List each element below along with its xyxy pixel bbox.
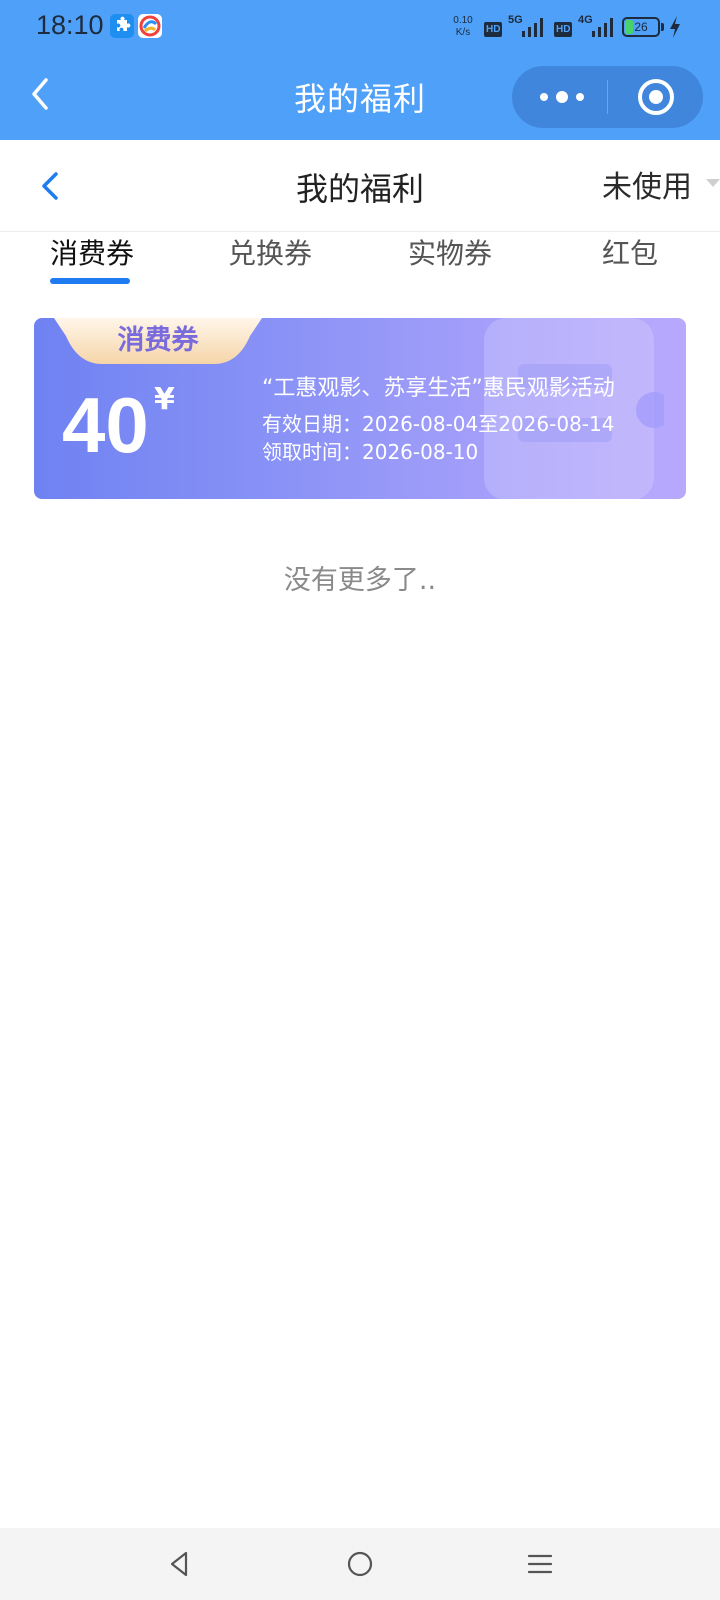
tab-physical-coupon[interactable]: 实物券 xyxy=(408,232,492,292)
status-bar: 18:10 0.10 K/s HD 5G HD 4G 26 xyxy=(0,0,720,56)
status-filter-dropdown[interactable]: 未使用 xyxy=(602,162,720,205)
charging-bolt-icon xyxy=(670,16,680,38)
battery-cap xyxy=(661,23,664,31)
coupon-amount: 40 xyxy=(62,381,149,469)
claim-time-value: 2026-08-10 xyxy=(362,440,479,464)
valid-date-range: 2026-08-04至2026-08-14 xyxy=(362,412,615,436)
battery-level: 26 xyxy=(634,20,648,34)
tab-red-packet[interactable]: 红包 xyxy=(602,232,658,292)
more-dots-icon[interactable] xyxy=(532,82,592,112)
signal-icon xyxy=(592,18,613,37)
active-tab-indicator xyxy=(50,278,130,284)
app-puzzle-icon xyxy=(110,14,134,38)
coupon-type-tabs: 消费券 兑换券 实物券 红包 xyxy=(0,232,720,292)
capsule-divider xyxy=(607,80,608,114)
signal-icon xyxy=(522,18,543,37)
battery-icon: 26 xyxy=(622,17,660,37)
hd-badge: HD xyxy=(484,22,503,37)
page-header: 我的福利 未使用 xyxy=(0,140,720,232)
coupon-valid-dates: 有效日期：2026-08-04至2026-08-14 xyxy=(262,410,672,438)
coupon-info: “工惠观影、苏享生活”惠民观影活动 有效日期：2026-08-04至2026-0… xyxy=(262,374,672,466)
network-speed: 0.10 K/s xyxy=(448,15,478,39)
network-speed-value: 0.10 xyxy=(453,15,473,26)
mini-program-capsule xyxy=(512,66,703,128)
top-app-bar: 18:10 0.10 K/s HD 5G HD 4G 26 我的福利 xyxy=(0,0,720,140)
claim-time-label: 领取时间： xyxy=(262,440,362,464)
system-nav-bar xyxy=(0,1528,720,1600)
mini-program-nav-bar: 我的福利 xyxy=(0,60,720,136)
status-time: 18:10 xyxy=(36,10,104,40)
valid-date-label: 有效日期： xyxy=(262,412,362,436)
coupon-card[interactable]: 消费券 40 ¥ “工惠观影、苏享生活”惠民观影活动 有效日期：2026-08-… xyxy=(34,318,686,499)
hd-badge: HD xyxy=(554,22,573,37)
chevron-down-icon xyxy=(706,179,720,187)
app-colorful-icon xyxy=(138,14,162,38)
coupon-tag-label: 消费券 xyxy=(117,325,199,356)
system-home-icon[interactable] xyxy=(344,1548,376,1580)
coupon-claim-time: 领取时间：2026-08-10 xyxy=(262,438,672,466)
system-back-icon[interactable] xyxy=(164,1548,196,1580)
tab-exchange-coupon[interactable]: 兑换券 xyxy=(228,232,312,292)
network-speed-unit: K/s xyxy=(455,27,471,38)
status-filter-value: 未使用 xyxy=(602,170,692,205)
system-menu-icon[interactable] xyxy=(524,1548,556,1580)
list-end-text: 没有更多了.. xyxy=(283,565,437,596)
close-target-icon[interactable] xyxy=(636,77,676,117)
coupon-title: “工惠观影、苏享生活”惠民观影活动 xyxy=(262,376,615,401)
currency-symbol: ¥ xyxy=(154,382,175,417)
